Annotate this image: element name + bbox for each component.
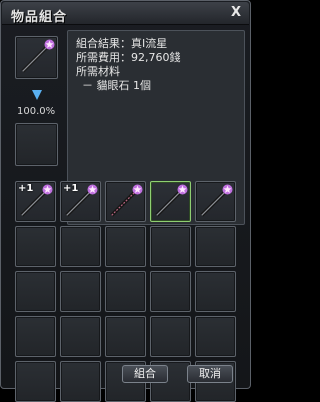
success-rate: 100.0% [17,106,56,117]
material-slot[interactable] [15,123,58,166]
close-button[interactable]: X [229,5,243,21]
pink-gem-icon [132,184,143,195]
inventory-empty-slot[interactable] [105,271,146,312]
inventory-item-slot[interactable] [195,181,236,222]
pink-gem-icon [42,184,53,195]
inventory-empty-slot[interactable] [60,316,101,357]
inventory-empty-slot[interactable] [195,316,236,357]
inventory-empty-slot[interactable] [150,226,191,267]
inventory-empty-slot[interactable] [195,271,236,312]
inventory-item-slot[interactable] [105,181,146,222]
item-combine-window: 物品組合 X 100.0% 組合結果：真I流星 所需費用：92,760錢 所需材… [0,0,251,402]
inventory-empty-slot[interactable] [150,271,191,312]
inventory-empty-slot[interactable] [60,226,101,267]
pink-gem-icon [177,184,188,195]
inventory-item-slot[interactable]: +1 [60,181,101,222]
inventory-empty-slot[interactable] [195,226,236,267]
inventory-item-slot[interactable]: +1 [15,181,56,222]
pink-gem-icon [222,184,233,195]
window-title: 物品組合 [11,10,68,25]
inventory-empty-slot[interactable] [60,361,101,402]
inventory-item-slot[interactable] [150,181,191,222]
inventory-empty-slot[interactable] [15,226,56,267]
down-arrow-icon [32,90,42,100]
inventory-empty-slot[interactable] [15,361,56,402]
pink-gem-icon [44,39,55,50]
enhance-level-badge: +1 [63,183,79,194]
inventory-empty-slot[interactable] [105,316,146,357]
inventory-empty-slot[interactable] [105,226,146,267]
inventory-empty-slot[interactable] [15,271,56,312]
inventory-empty-slot[interactable] [15,316,56,357]
material-entry: － 貓眼石 1個 [82,79,151,92]
cancel-button[interactable]: 取消 [187,365,233,383]
title-bar[interactable]: 物品組合 X [2,2,249,25]
result-preview-slot[interactable] [15,36,58,79]
pink-gem-icon [87,184,98,195]
enhance-level-badge: +1 [18,183,34,194]
inventory-empty-slot[interactable] [60,271,101,312]
inventory-empty-slot[interactable] [150,316,191,357]
combine-button[interactable]: 組合 [122,365,168,383]
